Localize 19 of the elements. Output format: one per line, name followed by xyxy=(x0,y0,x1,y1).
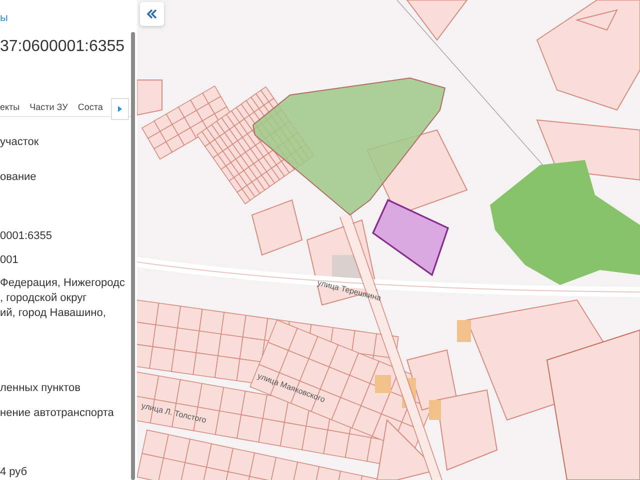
collapse-panel-button[interactable] xyxy=(140,2,164,26)
property-value: участок xyxy=(0,135,40,150)
property-value: 4 руб xyxy=(0,465,28,480)
caret-icon xyxy=(117,105,123,113)
property-value: нение автотранспорта xyxy=(0,406,115,421)
breadcrumb-link[interactable]: ы xyxy=(0,12,131,24)
street-label: улица Л. Толстого xyxy=(140,401,208,425)
tabs-scroll-button[interactable] xyxy=(111,98,129,120)
property-value: Федерация, Нижегородс , городской округ ий, город Навашино, xyxy=(0,276,126,321)
double-chevron-icon xyxy=(146,9,158,19)
scrollbar[interactable] xyxy=(131,32,135,480)
property-value: ование xyxy=(0,170,38,185)
tab[interactable]: екты xyxy=(0,102,20,112)
property-value: ленных пунктов xyxy=(0,381,82,396)
parcel-number-title: 37:0600001:6355 xyxy=(0,38,126,56)
property-value: 001 xyxy=(0,253,20,268)
tab[interactable]: Соста xyxy=(78,102,103,112)
property-value: 0001:6355 xyxy=(0,229,53,244)
tab[interactable]: Части ЗУ xyxy=(30,102,68,112)
